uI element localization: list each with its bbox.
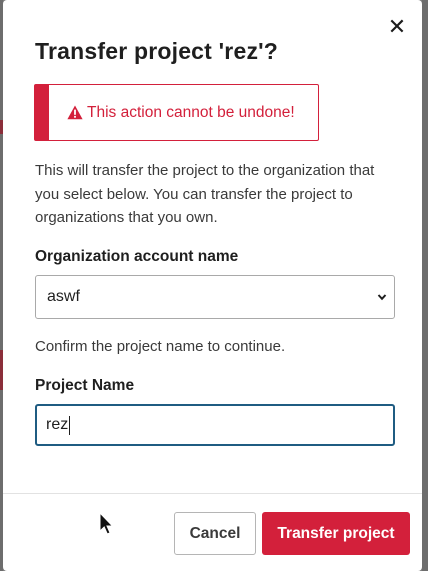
- chevron-down-icon: [377, 294, 387, 301]
- transfer-project-dialog: ✕ Transfer project 'rez'? This action ca…: [3, 0, 422, 571]
- confirm-instruction: Confirm the project name to continue.: [35, 338, 286, 355]
- backdrop-right-edge: [422, 0, 428, 571]
- project-name-value: rez: [46, 416, 69, 433]
- transfer-description: This will transfer the project to the or…: [35, 162, 375, 226]
- warning-icon: [67, 105, 83, 120]
- cancel-button[interactable]: Cancel: [174, 512, 256, 555]
- footer-divider: [3, 493, 422, 494]
- project-name-input[interactable]: rez: [35, 404, 395, 446]
- close-button[interactable]: ✕: [386, 14, 408, 40]
- warning-alert-text: This action cannot be undone!: [87, 103, 295, 121]
- warning-alert: This action cannot be undone!: [34, 84, 319, 141]
- organization-selected-value: aswf: [47, 288, 80, 305]
- project-name-label: Project Name: [35, 377, 135, 394]
- text-caret: [69, 415, 71, 435]
- transfer-project-button[interactable]: Transfer project: [262, 512, 410, 555]
- close-icon[interactable]: ✕: [388, 14, 406, 40]
- organization-select[interactable]: aswf: [35, 275, 395, 319]
- organization-label: Organization account name: [35, 248, 239, 265]
- mouse-pointer-icon: [99, 512, 113, 535]
- dialog-title: Transfer project 'rez'?: [35, 38, 279, 64]
